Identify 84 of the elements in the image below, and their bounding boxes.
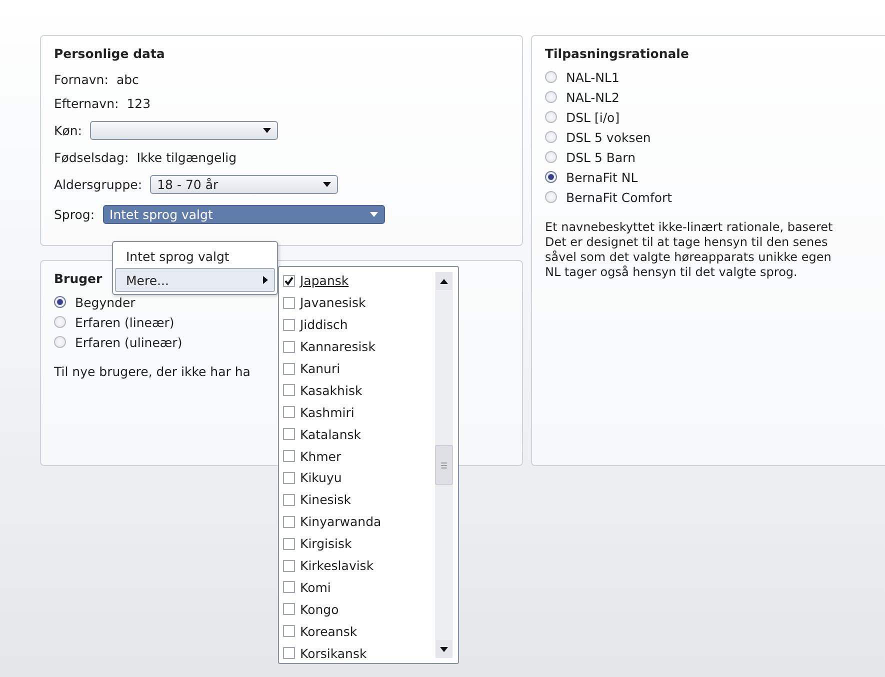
language-option[interactable]: Kanuri: [300, 361, 340, 376]
option-label: Begynder: [75, 294, 136, 310]
checkbox[interactable]: [283, 472, 295, 484]
checkbox[interactable]: [283, 625, 295, 638]
panel-title: Tilpasningsrationale: [545, 46, 689, 61]
radio-button[interactable]: [545, 151, 557, 163]
option-label: NAL-NL2: [566, 90, 620, 104]
radio-button[interactable]: [54, 336, 66, 348]
scroll-thumb[interactable]: [435, 445, 453, 485]
description-text: Til nye brugere, der ikke har ha: [54, 364, 250, 379]
field-label: Fødselsdag:: [54, 150, 129, 164]
language-option[interactable]: Kongo: [300, 602, 339, 617]
up-arrow-icon: [440, 278, 448, 284]
caret-icon: [323, 182, 332, 186]
description-text: Et navnebeskyttet ikke-linært rationale, baseret Det er designet til at tage hensyn til den senes såvel som det valgte høreapparats unikke egen NL tager også hensyn til det valgte sprog.: [545, 220, 834, 280]
radio-button[interactable]: [54, 296, 66, 308]
radio-button[interactable]: [545, 91, 557, 103]
option-label: Erfaren (ulineær): [75, 334, 182, 350]
checkbox[interactable]: [283, 603, 295, 616]
checkbox[interactable]: [283, 647, 295, 660]
radio-button[interactable]: [545, 111, 557, 123]
option-label: DSL [i/o]: [566, 110, 620, 124]
language-option[interactable]: Katalansk: [300, 426, 362, 442]
option-label: BernaFit NL: [566, 170, 638, 184]
checkbox[interactable]: [283, 384, 295, 396]
checkbox[interactable]: [283, 494, 295, 506]
scroll-up-button[interactable]: [436, 272, 452, 290]
dropdown[interactable]: [90, 120, 278, 140]
menu-item[interactable]: Intet sprog valgt: [115, 244, 275, 268]
language-option[interactable]: Korsikansk: [300, 646, 367, 661]
caret-icon: [370, 212, 378, 216]
field-label: Efternavn:: [54, 96, 119, 110]
checkbox[interactable]: [283, 450, 295, 462]
language-option[interactable]: Khmer: [300, 448, 342, 464]
field-value: 123: [126, 96, 151, 110]
language-option[interactable]: Kinesisk: [300, 492, 352, 508]
checkbox[interactable]: [283, 296, 295, 309]
down-arrow-icon: [440, 646, 448, 652]
language-option[interactable]: Komi: [300, 580, 331, 595]
radio-button[interactable]: [54, 316, 66, 328]
language-option[interactable]: Kikuyu: [300, 470, 342, 486]
option-label: DSL 5 Barn: [566, 150, 636, 164]
checkbox[interactable]: [283, 581, 295, 594]
option-label: Erfaren (lineær): [75, 314, 174, 330]
field-value: abc: [116, 72, 139, 86]
option-label: NAL-NL1: [566, 70, 620, 84]
language-option[interactable]: Japansk: [300, 273, 349, 288]
language-option[interactable]: Jiddisch: [300, 317, 348, 332]
panel-title: Personlige data: [54, 46, 165, 61]
checkbox[interactable]: [283, 560, 295, 572]
language-option[interactable]: Kirkeslavisk: [300, 558, 374, 574]
option-label: DSL 5 voksen: [566, 130, 651, 144]
checkbox[interactable]: [283, 516, 295, 528]
checkbox[interactable]: [283, 538, 295, 550]
scrollbar[interactable]: [435, 272, 453, 658]
radio-button[interactable]: [545, 191, 557, 203]
radio-button[interactable]: [545, 171, 557, 183]
radio-button[interactable]: [545, 131, 557, 143]
field-label: Sprog:: [54, 206, 95, 222]
checkbox[interactable]: [283, 318, 295, 331]
field-label: Køn:: [54, 122, 82, 138]
field-value: Ikke tilgængelig: [136, 150, 237, 164]
dropdown[interactable]: 18 - 70 år: [150, 174, 338, 194]
menu-item[interactable]: Mere...: [115, 268, 275, 292]
scroll-down-button[interactable]: [436, 640, 452, 658]
panel-title: Bruger: [54, 271, 102, 286]
language-option[interactable]: Javanesisk: [300, 295, 366, 310]
language-option[interactable]: Kannaresisk: [300, 339, 376, 354]
language-option[interactable]: Kirgisisk: [300, 536, 352, 552]
language-option[interactable]: Kinyarwanda: [300, 514, 382, 530]
checkbox[interactable]: [283, 362, 295, 374]
option-label: BernaFit Comfort: [566, 190, 672, 204]
language-option[interactable]: Kashmiri: [300, 404, 354, 420]
radio-button[interactable]: [545, 71, 557, 83]
checkbox[interactable]: [283, 340, 295, 353]
checkbox[interactable]: [283, 274, 295, 287]
checkbox[interactable]: [283, 406, 295, 418]
field-label: Aldersgruppe:: [54, 176, 142, 192]
language-option[interactable]: Kasakhisk: [300, 382, 362, 398]
checkbox[interactable]: [283, 428, 295, 440]
caret-icon: [262, 128, 271, 132]
dropdown[interactable]: Intet sprog valgt: [102, 204, 385, 224]
field-label: Fornavn:: [54, 72, 108, 86]
language-option[interactable]: Koreansk: [300, 624, 358, 639]
